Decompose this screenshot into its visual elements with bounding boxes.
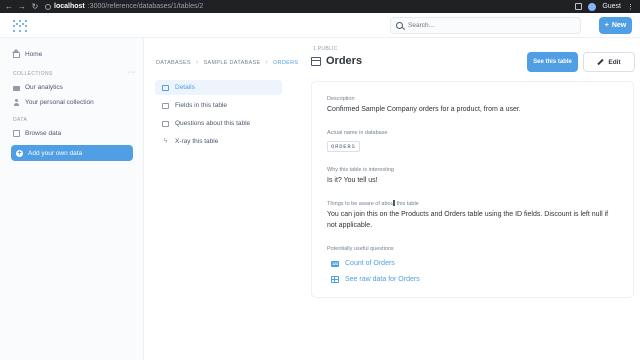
metabase-logo-icon[interactable] (13, 20, 27, 32)
browser-profile-area: Guest ⋮ (575, 0, 634, 13)
useful-question-label: See raw data for Orders (345, 276, 420, 283)
new-button[interactable]: + New (599, 17, 632, 34)
edit-button-label: Edit (608, 58, 621, 66)
search-icon (396, 22, 403, 29)
nav-item-fields[interactable]: Fields in this table (155, 98, 282, 113)
sidebar-item-label: Home (25, 51, 43, 58)
table-icon (311, 56, 321, 66)
useful-questions-label: Potentially useful questions (327, 246, 394, 252)
interesting-label: Why this table is interesting (327, 167, 394, 173)
actual-name-label: Actual name in database (327, 130, 388, 136)
new-button-label: New (611, 22, 627, 29)
site-info-icon[interactable] (45, 3, 51, 10)
browser-menu-icon[interactable]: ⋮ (627, 3, 634, 11)
number-icon: 123 (331, 260, 339, 267)
useful-question-label: Count of Orders (345, 260, 395, 267)
nav-item-questions[interactable]: Questions about this table (155, 116, 282, 131)
profile-avatar-icon[interactable] (588, 2, 597, 11)
profile-name[interactable]: Guest (602, 3, 621, 10)
sidebar-item-personal-collection[interactable]: Your personal collection (13, 99, 94, 106)
page-title: Orders (326, 55, 363, 67)
breadcrumb-sample-database[interactable]: SAMPLE DATABASE (204, 60, 261, 66)
sidebar-item-label: Your personal collection (25, 99, 94, 106)
breadcrumb-databases[interactable]: DATABASES (156, 60, 191, 66)
plus-icon: + (604, 22, 609, 29)
browser-toolbar: ← → ↻ localhost:3000/reference/databases… (0, 0, 640, 13)
sidebar-item-label: Browse data (25, 130, 62, 137)
nav-item-label: Questions about this table (175, 120, 251, 127)
aware-value: You can join this on the Products and Or… (327, 211, 609, 229)
forward-icon[interactable]: → (18, 2, 26, 11)
description-label: Description (327, 96, 355, 102)
nav-item-label: X-ray this table (175, 138, 219, 145)
actual-name-value: ORDERS (327, 141, 360, 152)
chevron-right-icon: › (265, 59, 269, 66)
see-this-table-button[interactable]: See this table (527, 52, 578, 72)
nav-item-details[interactable]: Details (155, 80, 282, 95)
schema-label: 1.PUBLIC (313, 46, 338, 52)
description-value: Confirmed Sample Company orders for a pr… (327, 106, 521, 113)
person-icon (13, 99, 20, 106)
questions-icon (162, 120, 169, 127)
folder-icon (13, 86, 20, 91)
sidebar-item-our-analytics[interactable]: Our analytics (13, 84, 63, 91)
reload-icon[interactable]: ↻ (31, 2, 39, 11)
more-icon[interactable]: ··· (127, 69, 136, 76)
bolt-icon: ϟ (163, 138, 168, 145)
useful-question-count[interactable]: 123 Count of Orders (331, 260, 395, 267)
chevron-right-icon: › (195, 59, 199, 66)
sidebar-item-browse-data[interactable]: Browse data (13, 130, 61, 137)
text-cursor-icon (393, 200, 395, 206)
nav-item-label: Fields in this table (175, 102, 228, 109)
nav-item-label: Details (175, 84, 195, 91)
sidebar-item-label: Our analytics (25, 84, 63, 91)
sidebar-toggle-icon[interactable] (575, 3, 583, 10)
table-grid-icon (331, 276, 339, 283)
back-icon[interactable]: ← (5, 2, 13, 11)
edit-button[interactable]: Edit (583, 52, 635, 72)
browser-nav: ← → ↻ (5, 2, 39, 11)
fields-icon (162, 102, 169, 109)
add-data-label: Add your own data (28, 149, 83, 157)
page-title-row: Orders (311, 55, 362, 67)
aware-label: Things to be aware of about this table (327, 201, 419, 207)
home-icon (12, 49, 20, 58)
collections-heading: COLLECTIONS (13, 71, 53, 77)
url-host: localhost (54, 3, 85, 10)
add-icon: + (16, 149, 23, 157)
document-icon (162, 84, 169, 91)
nav-item-xray[interactable]: ϟ X-ray this table (155, 134, 282, 149)
app-header: Search… + New (0, 13, 640, 38)
breadcrumb: DATABASES › SAMPLE DATABASE › ORDERS (156, 59, 298, 66)
search-input[interactable]: Search… (390, 17, 581, 34)
address-bar[interactable]: localhost:3000/reference/databases/1/tab… (45, 3, 203, 10)
database-icon (13, 130, 20, 137)
data-heading: DATA (13, 117, 28, 123)
add-data-button[interactable]: + Add your own data (11, 145, 133, 161)
pencil-icon (597, 58, 605, 66)
useful-question-raw-data[interactable]: See raw data for Orders (331, 276, 420, 283)
details-card: Description Confirmed Sample Company ord… (311, 81, 634, 298)
sidebar-item-home[interactable]: Home (12, 49, 43, 58)
breadcrumb-orders: ORDERS (273, 59, 299, 66)
interesting-value: Is it? You tell us! (327, 177, 378, 184)
search-placeholder: Search… (408, 22, 436, 29)
url-path: :3000/reference/databases/1/tables/2 (87, 3, 204, 10)
table-reference-nav: Details Fields in this table Questions a… (155, 80, 282, 152)
